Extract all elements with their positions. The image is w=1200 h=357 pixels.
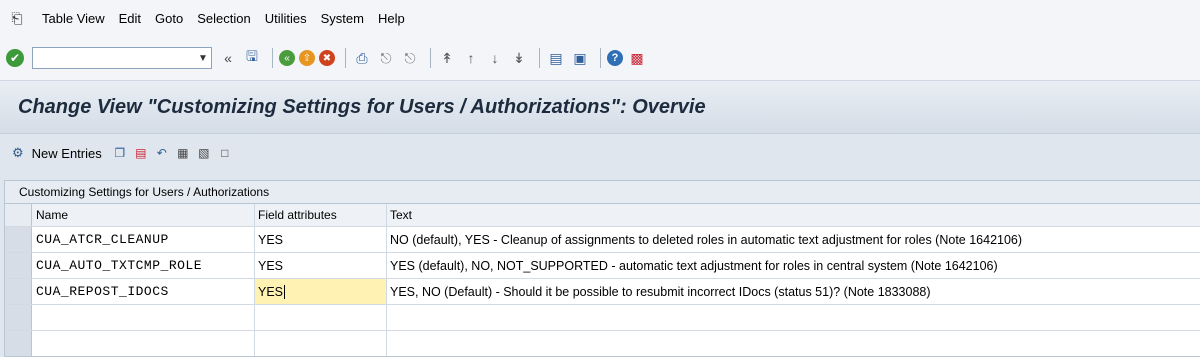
standard-toolbar: ✔ ▼ « 🖫 « ⇧ ✖ ⎙ ⎋ ⎋ ↟ ↑ ↓ ↡ ▤ ▣ ? ▩: [0, 36, 1200, 81]
separator: [272, 48, 273, 68]
table-title: Customizing Settings for Users / Authori…: [5, 181, 1200, 204]
separator: [600, 48, 601, 68]
column-header-field-attributes[interactable]: Field attributes: [255, 204, 387, 226]
new-entries-icon: ⚙: [12, 145, 24, 160]
active-cell-value: YES: [258, 284, 284, 299]
shortcut-icon[interactable]: ▣: [570, 48, 590, 68]
column-header-name[interactable]: Name: [32, 204, 255, 226]
row-text: YES, NO (Default) - Should it be possibl…: [390, 284, 931, 299]
spacer: [0, 172, 1200, 180]
menu-toggle-icon[interactable]: ⎗: [6, 7, 28, 29]
select-all-cell[interactable]: [5, 204, 32, 226]
deselect-all-icon[interactable]: □: [217, 145, 233, 161]
table-row: CUA_ATCR_CLEANUP YES NO (default), YES -…: [5, 227, 1200, 253]
find-next-icon[interactable]: ⎋: [400, 48, 420, 68]
row-text: YES (default), NO, NOT_SUPPORTED - autom…: [390, 258, 998, 273]
empty-cell[interactable]: [255, 305, 387, 330]
last-page-icon[interactable]: ↡: [509, 48, 529, 68]
print-icon[interactable]: ⎙: [352, 48, 372, 68]
row-name: CUA_ATCR_CLEANUP: [32, 227, 255, 252]
new-session-icon[interactable]: ▤: [546, 48, 566, 68]
collapse-icon[interactable]: «: [218, 48, 238, 68]
delete-icon[interactable]: ▤: [133, 145, 149, 161]
menu-table-view[interactable]: Table View: [42, 11, 105, 26]
select-all-icon[interactable]: ▦: [175, 145, 191, 161]
row-field-attributes-input[interactable]: YES: [255, 227, 387, 252]
row-name: CUA_AUTO_TXTCMP_ROLE: [32, 253, 255, 278]
copy-icon[interactable]: ❐: [112, 145, 128, 161]
undo-icon[interactable]: ↶: [154, 145, 170, 161]
page-title: Change View "Customizing Settings for Us…: [18, 95, 706, 118]
table-row: CUA_AUTO_TXTCMP_ROLE YES YES (default), …: [5, 253, 1200, 279]
empty-cell: [32, 305, 255, 330]
menu-edit[interactable]: Edit: [119, 11, 141, 26]
separator: [430, 48, 431, 68]
table-header-row: Name Field attributes Text: [5, 204, 1200, 227]
first-page-icon[interactable]: ↟: [437, 48, 457, 68]
save-icon[interactable]: 🖫: [242, 48, 262, 68]
find-icon[interactable]: ⎋: [376, 48, 396, 68]
previous-page-icon[interactable]: ↑: [461, 48, 481, 68]
row-selector[interactable]: [5, 253, 32, 278]
enter-icon[interactable]: ✔: [6, 49, 24, 67]
new-entries-button[interactable]: ⚙ New Entries: [12, 145, 102, 161]
exit-icon[interactable]: ⇧: [299, 50, 315, 66]
menu-help[interactable]: Help: [378, 11, 405, 26]
separator: [539, 48, 540, 68]
row-selector[interactable]: [5, 279, 32, 304]
menu-utilities[interactable]: Utilities: [265, 11, 307, 26]
row-selector[interactable]: [5, 227, 32, 252]
column-header-text[interactable]: Text: [387, 204, 1200, 226]
row-name: CUA_REPOST_IDOCS: [32, 279, 255, 304]
layout-icon[interactable]: ▩: [627, 48, 647, 68]
row-field-attributes-input-active[interactable]: YES: [255, 279, 387, 304]
row-text: NO (default), YES - Cleanup of assignmen…: [390, 232, 1023, 247]
row-selector[interactable]: [5, 305, 32, 330]
cancel-icon[interactable]: ✖: [319, 50, 335, 66]
table-row-empty: [5, 305, 1200, 331]
menu-goto[interactable]: Goto: [155, 11, 183, 26]
new-entries-label: New Entries: [31, 145, 102, 161]
menu-system[interactable]: System: [321, 11, 364, 26]
command-field[interactable]: ▼: [32, 47, 212, 69]
application-toolbar: ⚙ New Entries ❐ ▤ ↶ ▦ ▧ □: [0, 134, 1200, 172]
menu-bar: ⎗ Table View Edit Goto Selection Utiliti…: [0, 0, 1200, 36]
text-cursor: [284, 284, 286, 299]
table-row: CUA_REPOST_IDOCS YES YES, NO (Default) -…: [5, 279, 1200, 305]
row-field-attributes-input[interactable]: YES: [255, 253, 387, 278]
back-icon[interactable]: «: [279, 50, 295, 66]
separator: [345, 48, 346, 68]
chevron-down-icon[interactable]: ▼: [195, 53, 211, 64]
next-page-icon[interactable]: ↓: [485, 48, 505, 68]
title-bar: Change View "Customizing Settings for Us…: [0, 81, 1200, 134]
help-icon[interactable]: ?: [607, 50, 623, 66]
menu-selection[interactable]: Selection: [197, 11, 250, 26]
empty-cell: [387, 305, 1200, 330]
select-block-icon[interactable]: ▧: [196, 145, 212, 161]
settings-table: Customizing Settings for Users / Authori…: [4, 180, 1200, 357]
